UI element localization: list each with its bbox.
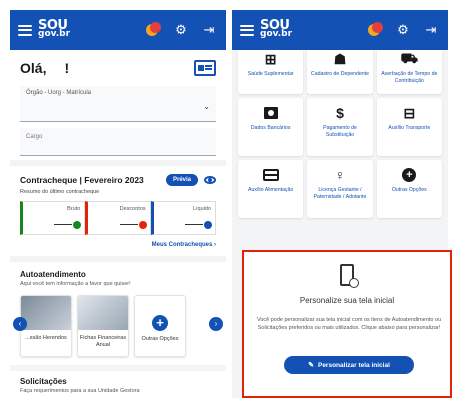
money-icon [263,107,278,119]
tile-pagamento-substituicao[interactable]: $ Pagamento de Substituição [307,98,373,156]
solicitacoes-section: Solicitações Faça requerimentos para a s… [10,371,226,398]
tile-auxilio-transporte[interactable]: ⊟ Auxílio Transporte [376,98,442,156]
family-icon: ☗ [333,50,347,67]
contracheque-section: Contracheque | Fevereiro 2023 Prévia Res… [10,166,226,256]
bruto-box: Bruto [20,201,86,235]
greeting-text: Olá, [20,60,47,76]
exit-icon[interactable]: ⇥ [422,21,440,39]
personalize-text: Você pode personalizar sua tela inicial … [256,317,442,331]
tile-cadastro-dependente[interactable]: ☗ Cadastro de Dependente [307,50,373,94]
logo-line2: gov.br [38,29,71,39]
personalize-panel: Personalize sua tela inicial Você pode p… [242,250,452,398]
tile-label: Dados Bancários [250,125,291,131]
health-icon: ⊞ [264,50,277,67]
theme-icon [367,22,383,38]
tile-label: Licença Gestante / Paternidade / Adotant… [313,187,367,200]
tile-label: Pagamento de Substituição [323,125,357,138]
gear-icon[interactable]: ⚙ [394,21,412,39]
truck-icon: ⛟ [400,49,419,66]
tile-image [78,296,128,330]
services-grid: ⊞ Saúde Suplementar ☗ Cadastro de Depend… [238,50,442,218]
liquido-label: Líquido [192,206,211,212]
eye-icon[interactable] [204,176,216,184]
home-screen: SOU gov.br ⚙ ⇥ Olá, ! Órgão - Uorg - Mat… [10,10,226,398]
carousel-next-button[interactable]: › [209,317,223,331]
bruto-label: Bruto [67,206,81,212]
orgao-label: Órgão - Uorg - Matrícula [26,90,92,96]
personalize-title: Personalize sua tela inicial [299,296,395,305]
cargo-field[interactable]: Cargo [20,128,216,156]
liquido-box: Líquido [150,201,216,235]
personalize-button[interactable]: ✎ Personalizar tela inicial [284,356,414,374]
logo-line2: gov.br [260,29,293,39]
chevron-down-icon: ⌄ [203,102,210,111]
autoatendimento-section: Autoatendimento Aqui você tem informação… [10,262,226,365]
plus-circle-icon [73,221,82,229]
previa-button[interactable]: Prévia [165,174,198,186]
plus-icon: + [402,168,417,182]
theme-toggle-button[interactable] [144,21,162,39]
tile-label: Outras Opções [141,336,179,342]
solicitacoes-subtitle: Faça requerimentos para a sua Unidade Ge… [20,388,140,394]
top-bar: SOU gov.br ⚙ ⇥ [232,10,448,50]
tile-dados-bancarios[interactable]: Dados Bancários [238,98,304,156]
gear-icon[interactable]: ⚙ [172,21,190,39]
wrench-icon: ✎ [308,362,314,369]
descontos-label: Descontos [119,206,146,212]
minus-circle-icon [138,221,147,229]
personalize-button-label: Personalizar tela inicial [317,361,390,369]
orgao-select[interactable]: Órgão - Uorg - Matrícula ⌄ [20,86,216,122]
carousel-prev-button[interactable]: ‹ [13,317,27,331]
greeting-row: Olá, ! [10,50,226,82]
tile-averbacao-tempo[interactable]: ⛟ Averbação de Tempo de Contribuição [376,49,442,94]
tile-label: Fichas Financeiras Anual [79,335,127,348]
autoatendimento-title: Autoatendimento [20,270,86,279]
theme-icon [145,22,161,38]
services-grid-area: ⊞ Saúde Suplementar ☗ Cadastro de Depend… [232,50,448,218]
autoatendimento-subtitle: Aqui você tem informação a favor que qui… [20,281,131,287]
dollar-icon: $ [336,105,344,121]
exit-icon[interactable]: ⇥ [200,21,218,39]
cargo-label: Cargo [26,134,43,140]
tile-outras-opcoes[interactable]: + Outras Opções [376,160,442,218]
sou-govbr-logo: SOU gov.br [38,19,71,39]
tile-auxilio-alimentacao[interactable]: Auxílio Alimentação [238,160,304,218]
tile-label: Saúde Suplementar [247,71,294,77]
profile-fields: Órgão - Uorg - Matrícula ⌄ Cargo [10,82,226,160]
card-icon [262,169,279,181]
hamburger-menu-icon[interactable] [18,24,32,36]
tile-label: ...ssão Herendos [25,335,67,341]
tile-outras-opcoes[interactable]: + Outras Opções [134,295,186,357]
descontos-box: Descontos [85,201,151,235]
id-card-icon[interactable] [194,60,216,76]
autoatendimento-carousel: ‹ ...ssão Herendos Fichas Financeiras An… [13,295,223,357]
pregnant-icon: ♀ [334,167,346,183]
values-row: Bruto Descontos Líquido [20,201,216,235]
contracheque-subtitle: Resumo do último contracheque [20,189,100,195]
tile-label: Auxílio Transporte [388,125,431,131]
tile-label: Auxílio Alimentação [248,187,294,193]
plus-icon: + [152,315,168,331]
contracheque-title: Contracheque | Fevereiro 2023 [20,175,144,185]
phone-settings-icon [340,264,359,288]
tile-image [21,296,71,330]
check-circle-icon [203,221,212,229]
tile-pensao[interactable]: ...ssão Herendos [20,295,72,357]
bus-icon: ⊟ [403,104,416,121]
theme-toggle-button[interactable] [366,21,384,39]
tile-fichas-financeiras[interactable]: Fichas Financeiras Anual [77,295,129,357]
top-bar: SOU gov.br ⚙ ⇥ [10,10,226,50]
greeting-name: ! [64,60,70,76]
sou-govbr-logo: SOU gov.br [260,19,293,39]
tile-saude-suplementar[interactable]: ⊞ Saúde Suplementar [238,50,304,94]
tile-label: Cadastro de Dependente [311,71,369,77]
solicitacoes-title: Solicitações [20,377,67,386]
tile-label: Outras Opções [391,187,427,193]
tile-label: Averbação de Tempo de Contribuição [381,71,438,84]
tile-licenca-gestante[interactable]: ♀ Licença Gestante / Paternidade / Adota… [307,160,373,218]
meus-contracheques-link[interactable]: Meus Contracheques › [20,242,216,248]
hamburger-menu-icon[interactable] [240,24,254,36]
